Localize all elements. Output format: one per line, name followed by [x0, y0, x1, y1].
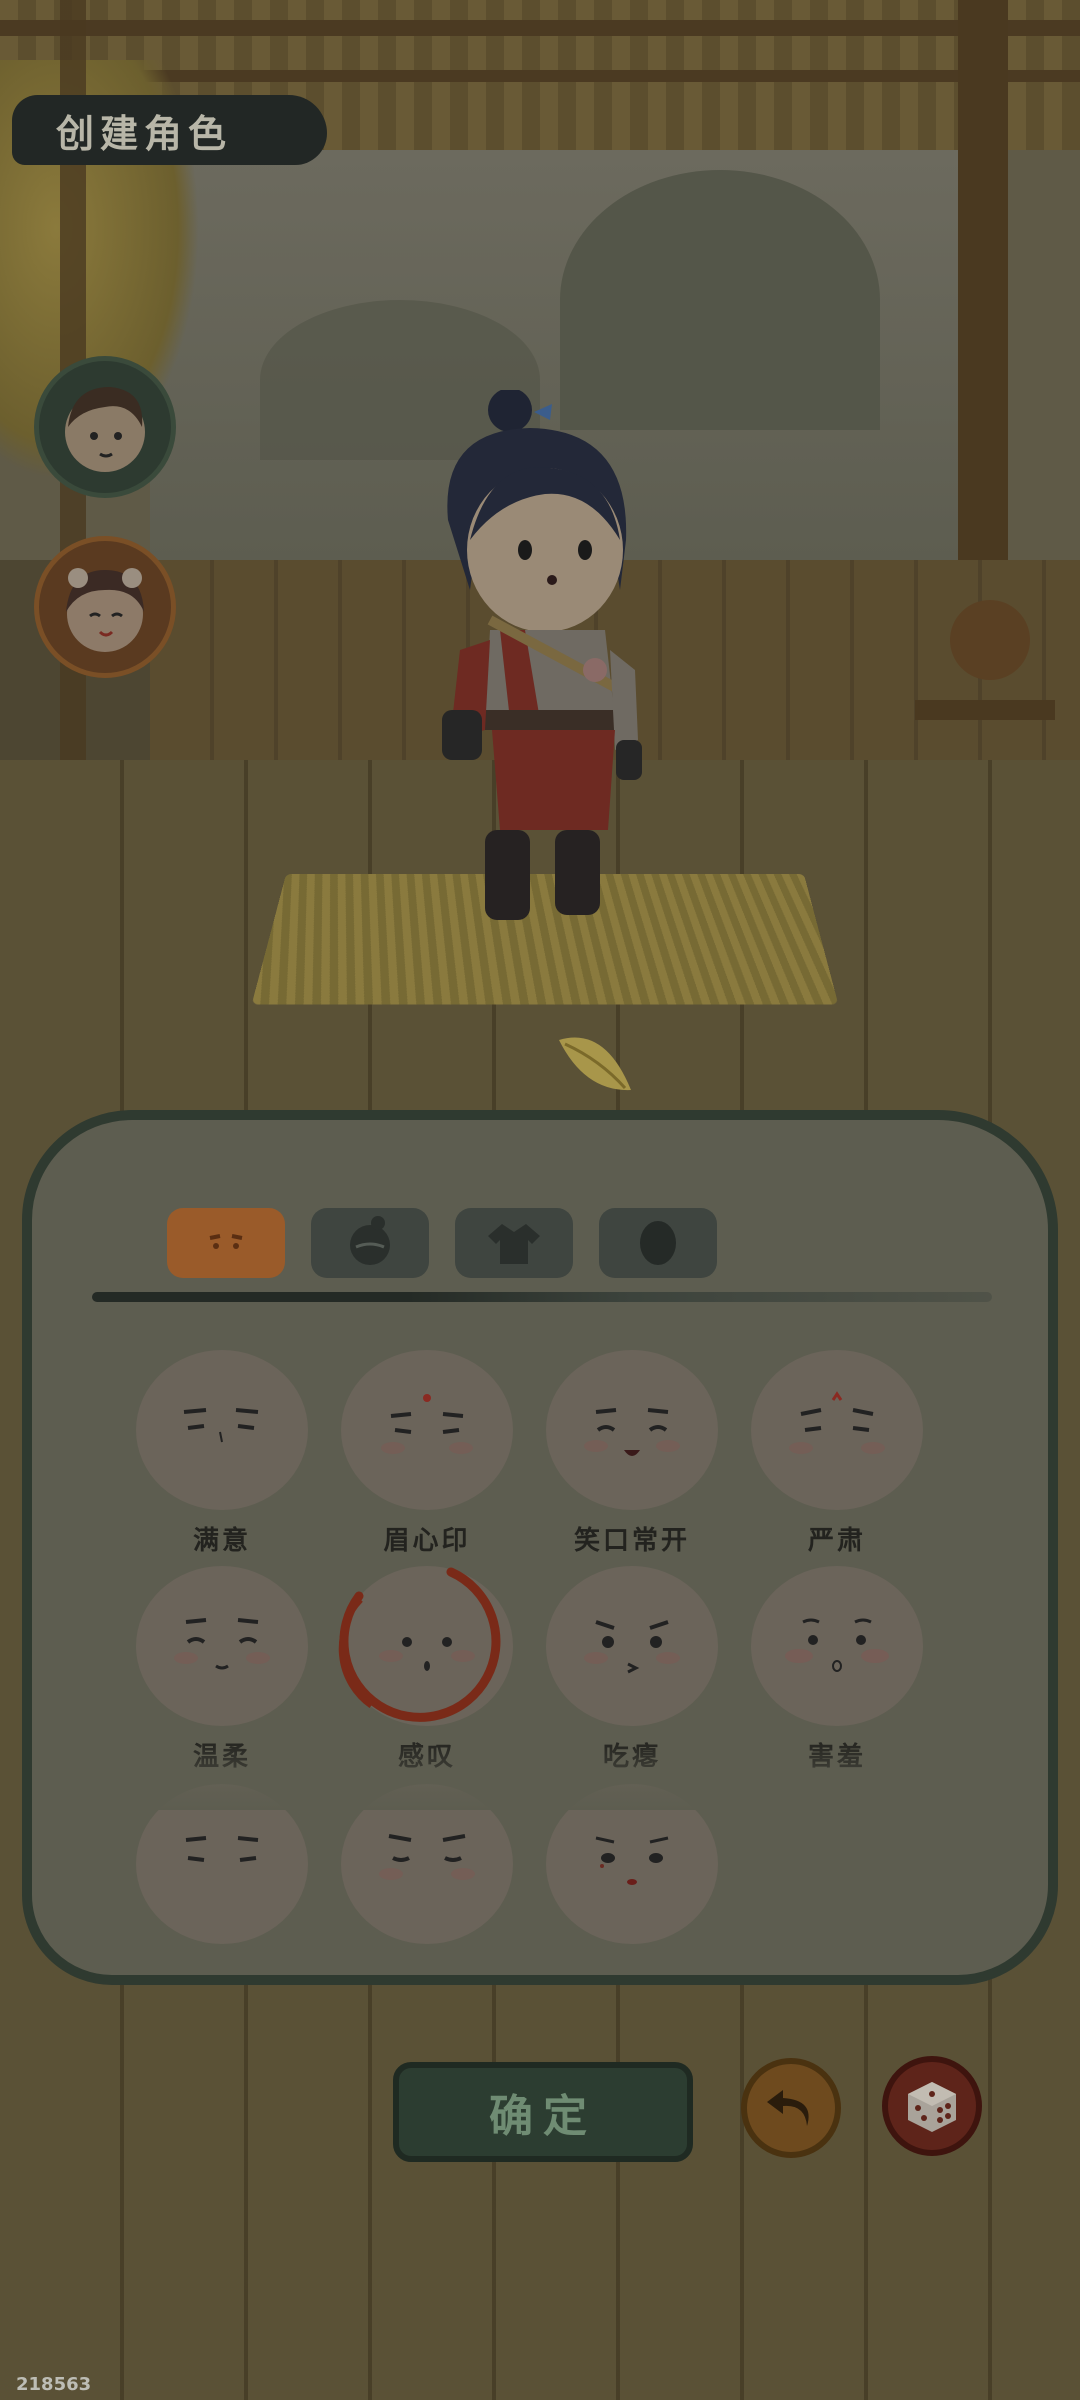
expression-option[interactable]: [542, 1784, 722, 1994]
clay-pot: [950, 600, 1030, 680]
tab-underline: [92, 1292, 992, 1302]
expression-option[interactable]: 满意: [132, 1350, 312, 1560]
expression-label: 严肃: [807, 1526, 866, 1556]
expression-option[interactable]: [337, 1784, 517, 1994]
face-thumbnail: [751, 1566, 923, 1726]
expression-option[interactable]: 眉心印: [337, 1350, 517, 1560]
confirm-label: 确定: [489, 2091, 597, 2142]
tab-hairstyle[interactable]: [311, 1208, 429, 1278]
face-thumbnail: [751, 1350, 923, 1510]
character-preview: [430, 388, 670, 970]
skin-tone-icon: [640, 1221, 676, 1265]
expression-option[interactable]: 严肃: [747, 1350, 927, 1560]
leaf-pointer-icon: [559, 1037, 631, 1091]
expression-label: 满意: [192, 1526, 251, 1556]
random-button[interactable]: [882, 2056, 982, 2156]
undo-icon: [767, 2090, 809, 2126]
roof-beam: [0, 20, 1080, 36]
female-character-avatar-icon: [66, 568, 144, 652]
build-id-label: 218563: [16, 2374, 92, 2395]
tab-clothing[interactable]: [455, 1208, 573, 1278]
category-tabs: [167, 1208, 717, 1278]
customization-panel: 满意 眉心印 笑口常开 严肃: [22, 1110, 1058, 1985]
face-thumbnail: [136, 1350, 308, 1510]
confirm-button[interactable]: 确定: [393, 2062, 693, 2162]
expression-label: 笑口常开: [573, 1526, 690, 1556]
expression-face-icon: [209, 1234, 243, 1249]
dice-icon: [908, 2082, 956, 2132]
avatar-male[interactable]: [34, 356, 176, 498]
selected-ring-icon: [338, 1567, 501, 1722]
page-title-banner: 创建角色: [12, 95, 327, 165]
grid-scroll-fade: [32, 1740, 1048, 1810]
face-thumbnail: [546, 1566, 718, 1726]
tab-skin-tone[interactable]: [599, 1208, 717, 1278]
face-thumbnail: [136, 1566, 308, 1726]
expression-option[interactable]: [132, 1784, 312, 1994]
face-thumbnail: [341, 1350, 513, 1510]
clothing-icon: [488, 1224, 540, 1264]
expression-option[interactable]: 笑口常开: [542, 1350, 722, 1560]
face-thumbnail: [546, 1350, 718, 1510]
male-character-avatar-icon: [65, 387, 145, 472]
avatar-female[interactable]: [34, 536, 176, 678]
tab-expression[interactable]: [167, 1208, 285, 1278]
expression-label: 眉心印: [383, 1526, 471, 1556]
hairstyle-icon: [350, 1216, 390, 1265]
wooden-stool: [915, 700, 1055, 720]
undo-button[interactable]: [741, 2058, 841, 2158]
page-title: 创建角色: [56, 110, 233, 156]
